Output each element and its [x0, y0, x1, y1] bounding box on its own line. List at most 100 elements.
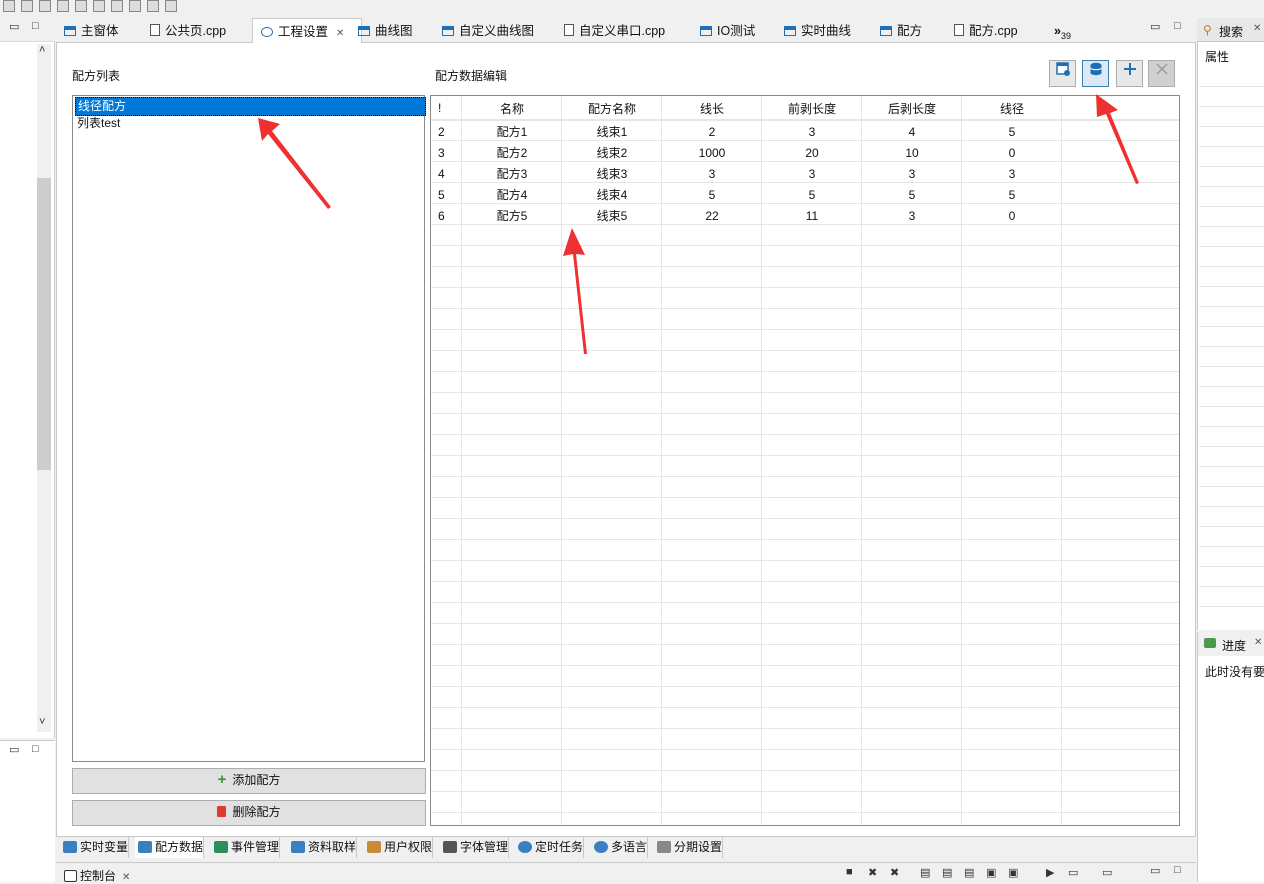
minimize-icon[interactable]: ▭	[1150, 20, 1160, 33]
toolbar-icon[interactable]	[21, 0, 33, 12]
table-cell[interactable]	[1062, 142, 1179, 163]
column-header[interactable]: 后剥长度	[862, 96, 962, 121]
tab-project-settings[interactable]: 工程设置 ✕	[252, 18, 362, 44]
minimize-icon[interactable]: ▭	[1150, 864, 1160, 877]
tab-recipe[interactable]: 配方	[872, 18, 922, 43]
toolbar-icon[interactable]	[93, 0, 105, 12]
table-cell[interactable]: 5	[862, 184, 962, 205]
table-cell[interactable]: 5	[431, 184, 462, 205]
stop-icon[interactable]: ■	[846, 866, 853, 878]
table-cell[interactable]	[1062, 205, 1179, 226]
table-cell[interactable]: 配方5	[462, 205, 562, 226]
tab-console[interactable]: 控制台 ✕	[64, 867, 130, 884]
column-header[interactable]: 名称	[462, 96, 562, 121]
table-cell[interactable]: 2	[431, 121, 462, 143]
scroll-lock-icon[interactable]: ▤	[920, 866, 930, 879]
table-row[interactable]: 3 配方2 线束2 1000 20 10 0	[431, 142, 1179, 163]
scroll-up-icon[interactable]: ˄	[39, 44, 45, 56]
toolbar-icon[interactable]	[57, 0, 69, 12]
tab-custom-curve[interactable]: 自定义曲线图	[434, 18, 534, 43]
tab-scheduled-tasks[interactable]: 定时任务	[515, 837, 585, 858]
toolbar-icon[interactable]	[111, 0, 123, 12]
tab-recipe-cpp[interactable]: 配方.cpp	[946, 18, 1018, 43]
table-row[interactable]: 4 配方3 线束3 3 3 3 3	[431, 163, 1179, 184]
new-console-icon[interactable]: ▶	[1046, 866, 1054, 879]
table-cell[interactable]: 5	[662, 184, 762, 205]
add-recipe-button[interactable]: + 添加配方	[72, 768, 426, 794]
table-cell[interactable]: 4	[862, 121, 962, 143]
tab-overflow[interactable]: »39	[1046, 18, 1071, 43]
table-cell[interactable]: 配方2	[462, 142, 562, 163]
tab-curve[interactable]: 曲线图	[350, 18, 413, 43]
recipe-list[interactable]: 线径配方 列表test	[72, 95, 426, 762]
table-row[interactable]: 2 配方1 线束1 2 3 4 5	[431, 121, 1179, 143]
recipe-data-table[interactable]: ! 名称 配方名称 线长 前剥长度 后剥长度 线径 2 配方1 线束1 2 3 4 5 3配…	[430, 95, 1180, 826]
tab-search[interactable]: 搜索	[1219, 23, 1243, 40]
left-scrollbar-thumb[interactable]	[37, 178, 51, 470]
close-icon[interactable]: ✕	[336, 28, 344, 39]
table-cell[interactable]: 3	[762, 163, 862, 184]
tab-font-management[interactable]: 字体管理	[440, 837, 510, 858]
table-cell[interactable]: 22	[662, 205, 762, 226]
word-wrap-icon[interactable]: ▤	[942, 866, 952, 879]
toolbar-icon[interactable]	[39, 0, 51, 12]
table-cell[interactable]: 20	[762, 142, 862, 163]
table-cell[interactable]: 3	[962, 163, 1062, 184]
list-item[interactable]: 列表test	[75, 115, 424, 132]
column-header[interactable]: 配方名称	[562, 96, 662, 121]
table-cell[interactable]: 线束5	[562, 205, 662, 226]
minimize-icon[interactable]: ▭	[9, 20, 19, 33]
table-cell[interactable]: 1000	[662, 142, 762, 163]
table-cell[interactable]: 0	[962, 205, 1062, 226]
maximize-icon[interactable]: □	[1174, 20, 1181, 32]
add-row-button[interactable]	[1116, 60, 1143, 87]
table-cell[interactable]: 配方4	[462, 184, 562, 205]
table-cell[interactable]	[1062, 163, 1179, 184]
table-cell[interactable]: 5	[762, 184, 862, 205]
maximize-icon[interactable]: □	[1174, 864, 1181, 876]
tab-main-form[interactable]: 主窗体	[56, 18, 119, 43]
table-cell[interactable]: 5	[962, 184, 1062, 205]
tab-multi-language[interactable]: 多语言	[591, 837, 649, 858]
close-icon[interactable]: ✕	[122, 872, 130, 883]
table-row[interactable]: 6 配方5 线束5 22 11 3 0	[431, 205, 1179, 226]
scroll-down-icon[interactable]: ˅	[39, 716, 45, 728]
tab-data-sampling[interactable]: 资料取样	[288, 837, 358, 858]
table-cell[interactable]: 线束1	[562, 121, 662, 143]
table-cell[interactable]	[1062, 184, 1179, 205]
toolbar-icon[interactable]	[75, 0, 87, 12]
table-cell[interactable]: 线束2	[562, 142, 662, 163]
tab-custom-serial-cpp[interactable]: 自定义串口.cpp	[556, 18, 665, 43]
table-cell[interactable]: 配方1	[462, 121, 562, 143]
maximize-icon[interactable]: □	[32, 20, 39, 32]
display-console-icon[interactable]: ▭	[1068, 866, 1078, 879]
list-item[interactable]: 线径配方	[75, 97, 426, 116]
table-cell[interactable]: 配方3	[462, 163, 562, 184]
table-cell[interactable]: 5	[962, 121, 1062, 143]
close-icon[interactable]: ✕	[1254, 637, 1262, 648]
tab-realtime-curve[interactable]: 实时曲线	[776, 18, 851, 43]
tab-realtime-variables[interactable]: 实时变量	[60, 837, 130, 858]
table-cell[interactable]: 11	[762, 205, 862, 226]
column-header[interactable]: 线长	[662, 96, 762, 121]
remove-icon[interactable]: ✖	[868, 866, 877, 879]
tab-user-permissions[interactable]: 用户权限	[364, 837, 434, 858]
table-cell[interactable]: 线束3	[562, 163, 662, 184]
tab-recipe-data[interactable]: 配方数据	[135, 837, 205, 858]
table-cell[interactable]: 3	[862, 205, 962, 226]
close-icon[interactable]: ✕	[1253, 23, 1261, 34]
tab-event-management[interactable]: 事件管理	[211, 837, 281, 858]
toolbar-icon[interactable]	[147, 0, 159, 12]
table-row[interactable]: 5 配方4 线束4 5 5 5 5	[431, 184, 1179, 205]
delete-recipe-button[interactable]: 删除配方	[72, 800, 426, 826]
remove-all-icon[interactable]: ✖	[890, 866, 899, 879]
toolbar-icon[interactable]	[165, 0, 177, 12]
table-cell[interactable]: 线束4	[562, 184, 662, 205]
table-cell[interactable]: 3	[662, 163, 762, 184]
delete-row-button[interactable]	[1148, 60, 1175, 87]
tab-io-test[interactable]: IO测试	[692, 18, 755, 43]
tab-common-cpp[interactable]: 公共页.cpp	[142, 18, 226, 43]
table-cell[interactable]: 3	[431, 142, 462, 163]
table-cell[interactable]: 3	[762, 121, 862, 143]
column-header[interactable]: 线径	[962, 96, 1062, 121]
